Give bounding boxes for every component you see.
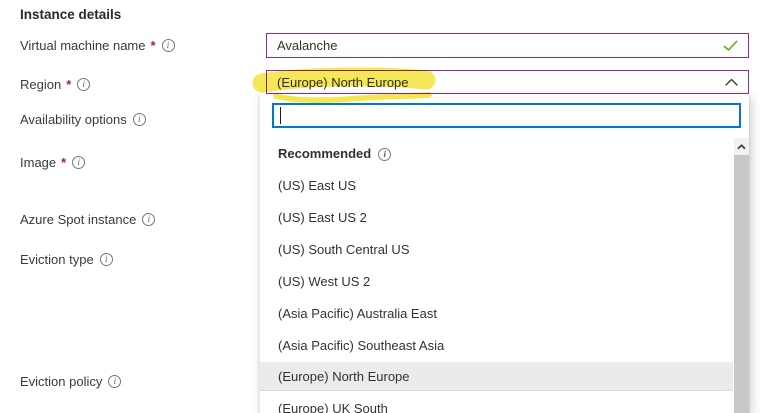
region-option[interactable]: (US) South Central US: [260, 234, 733, 266]
scrollbar-up-button[interactable]: [734, 138, 749, 155]
region-search-input[interactable]: [272, 103, 741, 128]
label-region: Region * i: [20, 77, 90, 92]
info-icon[interactable]: i: [77, 78, 90, 91]
region-option-selected[interactable]: (Europe) North Europe: [260, 362, 733, 391]
info-icon[interactable]: i: [72, 156, 85, 169]
label-azure-spot-instance: Azure Spot instance i: [20, 212, 155, 227]
region-option[interactable]: (Europe) UK South: [260, 393, 733, 413]
region-options-list: Recommended i (US) East US (US) East US …: [260, 138, 749, 413]
field-label: Eviction policy: [20, 374, 102, 389]
region-option[interactable]: (US) East US: [260, 170, 733, 202]
label-eviction-policy: Eviction policy i: [20, 374, 121, 389]
instance-details-form: Instance details Virtual machine name * i…: [0, 0, 769, 413]
region-option[interactable]: (Asia Pacific) Southeast Asia: [260, 330, 733, 362]
required-asterisk: *: [151, 38, 156, 53]
info-icon[interactable]: i: [108, 375, 121, 388]
valid-check-icon: [723, 40, 738, 52]
field-label: Eviction type: [20, 252, 94, 267]
section-title: Instance details: [20, 7, 121, 22]
chevron-up-icon: [725, 78, 738, 86]
field-label: Image: [20, 155, 56, 170]
info-icon[interactable]: i: [100, 253, 113, 266]
region-selected-value: (Europe) North Europe: [277, 75, 725, 90]
required-asterisk: *: [66, 77, 71, 92]
region-option[interactable]: (US) West US 2: [260, 266, 733, 298]
info-icon[interactable]: i: [142, 213, 155, 226]
virtual-machine-name-input[interactable]: Avalanche: [266, 33, 749, 58]
scroll-up-arrow-icon: [737, 144, 746, 150]
field-label: Region: [20, 77, 61, 92]
required-asterisk: *: [61, 155, 66, 170]
field-label: Virtual machine name: [20, 38, 146, 53]
label-virtual-machine-name: Virtual machine name * i: [20, 38, 175, 53]
dropdown-scrollbar[interactable]: [734, 138, 749, 413]
info-icon[interactable]: i: [162, 39, 175, 52]
label-availability-options: Availability options i: [20, 112, 146, 127]
scrollbar-thumb[interactable]: [734, 155, 749, 413]
label-image: Image * i: [20, 155, 85, 170]
region-dropdown-flyout: Recommended i (US) East US (US) East US …: [259, 94, 749, 413]
info-icon[interactable]: i: [133, 113, 146, 126]
label-eviction-type: Eviction type i: [20, 252, 113, 267]
region-option[interactable]: (US) East US 2: [260, 202, 733, 234]
vm-name-value: Avalanche: [277, 38, 723, 53]
field-label: Availability options: [20, 112, 127, 127]
text-cursor: [280, 107, 281, 124]
info-icon[interactable]: i: [378, 148, 391, 161]
region-option[interactable]: (Asia Pacific) Australia East: [260, 298, 733, 330]
region-select[interactable]: (Europe) North Europe: [266, 70, 749, 94]
field-label: Azure Spot instance: [20, 212, 136, 227]
group-header-recommended: Recommended i: [260, 138, 733, 170]
